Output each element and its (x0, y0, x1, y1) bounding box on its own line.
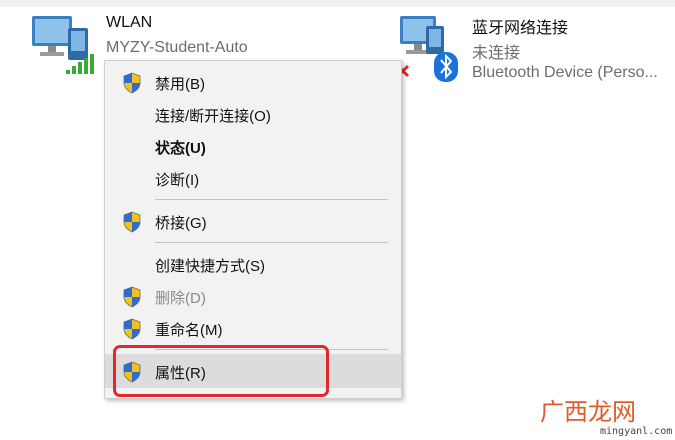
watermark-url: mingyanl.com (600, 426, 673, 437)
menu-item-label: 重命名(M) (155, 322, 223, 339)
adapter-status: 未连接 (472, 45, 521, 62)
menu-item-label: 删除(D) (155, 290, 206, 307)
uac-shield-icon (123, 72, 141, 94)
adapter-name: WLAN (106, 14, 153, 31)
menu-item-label: 诊断(I) (155, 172, 200, 189)
menu-item-bridge[interactable]: 桥接(G) (105, 206, 401, 236)
adapter-network: MYZY-Student-Auto (106, 39, 248, 56)
menu-item-connect-disconnect[interactable]: 连接/断开连接(O) (105, 99, 401, 129)
menu-item-label: 状态(U) (155, 140, 206, 157)
menu-separator (155, 199, 388, 200)
uac-shield-icon (123, 318, 141, 340)
adapter-bluetooth[interactable]: 蓝牙网络连接 未连接 Bluetooth Device (Perso... (394, 10, 675, 85)
bluetooth-network-icon (396, 16, 458, 82)
menu-item-label: 连接/断开连接(O) (155, 108, 271, 125)
menu-item-label: 禁用(B) (155, 76, 205, 93)
highlight-annotation-box (113, 345, 329, 397)
menu-item-label: 创建快捷方式(S) (155, 258, 265, 275)
menu-item-label: 桥接(G) (155, 215, 207, 232)
wifi-network-icon (32, 16, 94, 74)
menu-separator (155, 242, 388, 243)
menu-item-diagnose[interactable]: 诊断(I) (105, 163, 401, 193)
uac-shield-icon (123, 286, 141, 308)
top-strip (0, 0, 675, 7)
menu-item-delete[interactable]: 删除(D) (105, 281, 401, 311)
uac-shield-icon (123, 211, 141, 233)
menu-item-status[interactable]: 状态(U) (105, 131, 401, 161)
menu-item-create-shortcut[interactable]: 创建快捷方式(S) (105, 249, 401, 279)
watermark-logo: 广西龙网 (540, 398, 636, 426)
adapter-device: Bluetooth Device (Perso... (472, 64, 658, 81)
adapter-name: 蓝牙网络连接 (472, 20, 569, 37)
menu-item-disable[interactable]: 禁用(B) (105, 67, 401, 97)
menu-item-rename[interactable]: 重命名(M) (105, 313, 401, 343)
